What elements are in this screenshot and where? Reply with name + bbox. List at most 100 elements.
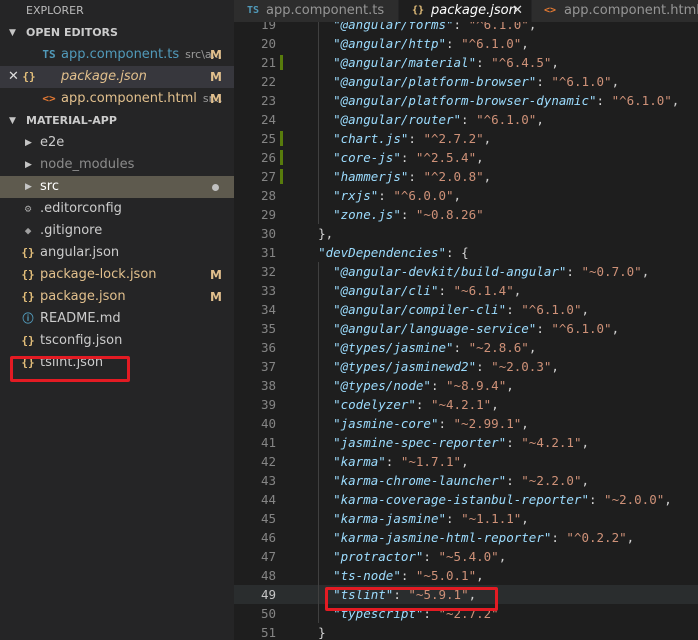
json-colon: : [588,492,605,507]
code-line[interactable]: 34 "@angular/compiler-cli": "^6.1.0", [234,300,698,319]
tab-app-component-html[interactable]: <> app.component.html [532,0,698,22]
line-number: 47 [260,549,276,564]
code-line[interactable]: 30 }, [234,224,698,243]
json-file-icon: {} [412,5,425,16]
code-line[interactable]: 24 "@angular/router": "^6.1.0", [234,110,698,129]
json-punctuation: , [491,397,499,412]
json-key: "@angular/material" [333,55,477,70]
tree-file-gitignore[interactable]: ◆ .gitignore [0,220,234,242]
json-punctuation: , [506,378,514,393]
code-line[interactable]: 47 "protractor": "~5.4.0", [234,547,698,566]
json-key: "@angular/language-service" [333,321,537,336]
code-text: "@angular/material": "^6.4.5", [303,53,559,72]
tab-app-component-ts[interactable]: TS app.component.ts [234,0,399,22]
json-punctuation: } [318,625,326,640]
json-key: "@angular-devkit/build-angular" [333,264,567,279]
tree-folder-node-modules[interactable]: ▶ node_modules [0,154,234,176]
code-line[interactable]: 38 "@types/node": "~8.9.4", [234,376,698,395]
json-key: "hammerjs" [333,169,409,184]
tree-item-label: tsconfig.json [40,333,123,348]
code-line[interactable]: 46 "karma-jasmine-html-reporter": "^0.2.… [234,528,698,547]
line-number: 37 [260,359,276,374]
tree-folder-e2e[interactable]: ▶ e2e [0,132,234,154]
explorer-sidebar: EXPLORER ▼ OPEN EDITORS TS app.component… [0,0,234,640]
git-modified-marker [280,131,283,146]
line-number: 41 [260,435,276,450]
code-line[interactable]: 44 "karma-coverage-istanbul-reporter": "… [234,490,698,509]
json-punctuation: , [476,568,484,583]
code-line[interactable]: 40 "jasmine-core": "~2.99.1", [234,414,698,433]
code-text: "@types/node": "~8.9.4", [303,376,514,395]
open-editor-app-component-html[interactable]: <> app.component.html sr... M [0,88,234,110]
code-line[interactable]: 25 "chart.js": "^2.7.2", [234,129,698,148]
project-header[interactable]: ▼ MATERIAL-APP [0,110,234,132]
code-line[interactable]: 41 "jasmine-spec-reporter": "~4.2.1", [234,433,698,452]
code-line[interactable]: 33 "@angular/cli": "~6.1.4", [234,281,698,300]
json-punctuation: , [536,112,544,127]
json-value: "^2.5.4" [415,150,477,165]
modified-badge: M [210,268,222,282]
code-text: "@angular-devkit/build-angular": "~0.7.0… [303,262,649,281]
json-value: "^6.1.0" [476,112,537,127]
open-editor-app-component-ts[interactable]: TS app.component.ts src\a... M [0,44,234,66]
line-number: 26 [260,150,276,165]
close-icon[interactable]: ✕ [8,66,19,88]
json-punctuation: , [521,36,529,51]
line-number: 39 [260,397,276,412]
code-line[interactable]: 26 "core-js": "^2.5.4", [234,148,698,167]
code-line[interactable]: 28 "rxjs": "^6.0.0", [234,186,698,205]
html-file-icon: <> [544,5,557,16]
code-line[interactable]: 48 "ts-node": "~5.0.1", [234,566,698,585]
line-number: 38 [260,378,276,393]
tree-file-package-lock-json[interactable]: {} package-lock.json M [0,264,234,286]
code-line[interactable]: 45 "karma-jasmine": "~1.1.1", [234,509,698,528]
code-line[interactable]: 36 "@types/jasmine": "~2.8.6", [234,338,698,357]
json-colon: : [506,473,522,488]
code-line[interactable]: 20 "@angular/http": "^6.1.0", [234,34,698,53]
json-key: "rxjs" [333,188,379,203]
code-text: "karma-coverage-istanbul-reporter": "~2.… [303,490,672,509]
line-number: 32 [260,264,276,279]
code-line[interactable]: 27 "hammerjs": "^2.0.8", [234,167,698,186]
code-line[interactable]: 43 "karma-chrome-launcher": "~2.2.0", [234,471,698,490]
code-line[interactable]: 35 "@angular/language-service": "^6.1.0"… [234,319,698,338]
json-colon: : [446,36,462,51]
json-punctuation: , [641,264,650,279]
json-punctuation: , [483,169,492,184]
tree-file-readme[interactable]: ⓘ README.md [0,308,234,330]
json-key: "zone.js" [333,207,401,222]
code-line[interactable]: 32 "@angular-devkit/build-angular": "~0.… [234,262,698,281]
code-line[interactable]: 37 "@types/jasminewd2": "~2.0.3", [234,357,698,376]
modified-badge: M [210,92,222,106]
code-line[interactable]: 42 "karma": "~1.7.1", [234,452,698,471]
open-editor-package-json[interactable]: ✕ {} package.json M [0,66,234,88]
tree-file-editorconfig[interactable]: ⚙ .editorconfig [0,198,234,220]
json-punctuation: , [483,131,492,146]
code-line[interactable]: 21 "@angular/material": "^6.4.5", [234,53,698,72]
typescript-file-icon: TS [42,48,56,61]
typescript-file-icon: TS [247,5,260,16]
tab-package-json[interactable]: {} package.json ✕ [399,0,532,22]
close-icon[interactable]: ✕ [512,0,523,22]
code-line[interactable]: 39 "codelyzer": "~4.2.1", [234,395,698,414]
code-line[interactable]: 22 "@angular/platform-browser": "^6.1.0"… [234,72,698,91]
modified-badge: M [210,48,222,62]
tree-file-tsconfig-json[interactable]: {} tsconfig.json [0,330,234,352]
tree-item-label: e2e [40,135,65,150]
json-punctuation: , [528,340,537,355]
tab-label: app.component.ts [266,3,385,18]
json-colon: : [385,454,401,469]
line-number: 28 [260,188,276,203]
tree-file-package-json[interactable]: {} package.json M [0,286,234,308]
code-text: "rxjs": "^6.0.0", [303,186,461,205]
json-value: "~4.2.1" [521,435,582,450]
code-line[interactable]: 29 "zone.js": "~0.8.26" [234,205,698,224]
line-number: 51 [260,625,276,640]
code-line[interactable]: 51 } [234,623,698,640]
open-editors-header[interactable]: ▼ OPEN EDITORS [0,22,234,44]
code-line[interactable]: 23 "@angular/platform-browser-dynamic": … [234,91,698,110]
tree-folder-src[interactable]: ▶ src [0,176,234,198]
tree-file-angular-json[interactable]: {} angular.json [0,242,234,264]
code-line[interactable]: 31 "devDependencies": { [234,243,698,262]
git-modified-marker [280,150,283,165]
